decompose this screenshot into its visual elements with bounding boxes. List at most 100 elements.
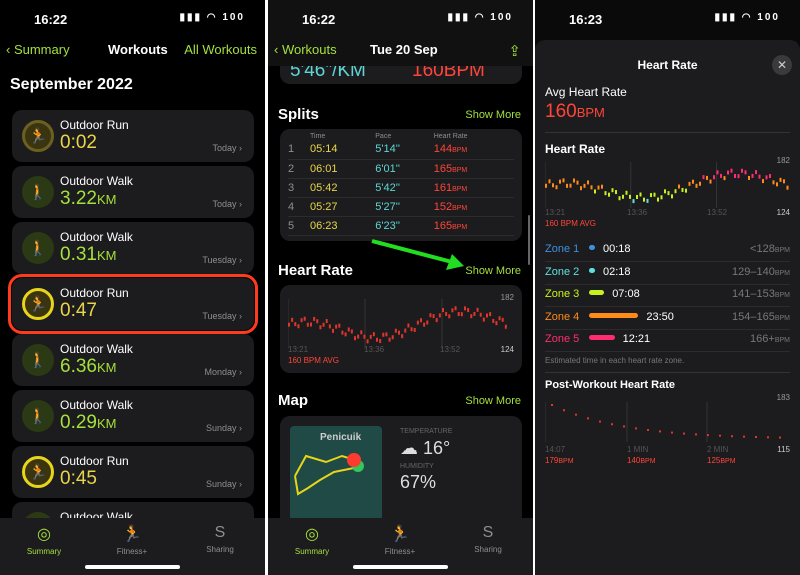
hr-sample (573, 178, 575, 183)
hr-sample (769, 174, 771, 179)
hr-sample (442, 308, 444, 313)
hr-sample (357, 334, 360, 339)
hr-sample (385, 332, 388, 337)
hr-sample (394, 328, 397, 333)
split-row: 4 05:27 5'27'' 152BPM (288, 197, 514, 217)
share-icon[interactable]: ⇪ (508, 42, 521, 60)
hr-sample (376, 337, 378, 342)
post-hr-point (719, 434, 721, 437)
hr-sample (681, 187, 684, 192)
all-workouts-button[interactable]: All Workouts (184, 42, 257, 57)
hr-sample (401, 334, 404, 339)
hr-sample (776, 182, 778, 187)
heart-rate-zone-row: Zone 4 23:50 154–165BPM (545, 308, 790, 330)
hr-sample (423, 322, 426, 327)
workout-list-item[interactable]: 🏃 Outdoor Run 0:02 Today › (12, 110, 254, 162)
heart-rate-show-more[interactable]: Show More (465, 265, 521, 277)
back-button[interactable]: ‹ Workouts (274, 42, 337, 57)
hr-sample (636, 194, 638, 199)
close-button[interactable]: ✕ (772, 55, 792, 75)
hr-sample (723, 176, 726, 181)
hr-sample (765, 175, 768, 180)
workout-list-item[interactable]: 🏃 Outdoor Run 0:45 Sunday › (12, 446, 254, 498)
hr-sample (657, 197, 659, 202)
hr-sample (363, 334, 366, 339)
signal-wifi-battery-icon: ▮▮▮ ◠ 100 (447, 12, 513, 23)
hr-sample (338, 323, 341, 328)
hr-sample (664, 189, 666, 194)
hr-sample (706, 175, 708, 180)
route-map[interactable]: Penicuik (290, 426, 382, 521)
heart-rate-detail-sheet: 16:23 ▮▮▮ ◠ 100 Heart Rate ✕ Avg Heart Ra… (535, 0, 800, 575)
hr-sample (303, 316, 306, 321)
hr-sample (454, 306, 457, 311)
splits-show-more[interactable]: Show More (465, 109, 521, 121)
splits-heading: Splits (278, 106, 319, 123)
workout-list-item[interactable]: 🚶 Outdoor Walk 0.29KM Sunday › (12, 390, 254, 442)
hr-sample (347, 327, 350, 332)
hr-sample (751, 173, 754, 178)
workout-list-item[interactable]: 🏃 Outdoor Run 0:47 Tuesday › (8, 274, 258, 334)
hr-sample (622, 194, 624, 199)
workout-list-item[interactable]: 🚶 Outdoor Walk 6.36KM Monday › (12, 334, 254, 386)
hr-sample (559, 179, 561, 184)
map-card[interactable]: Penicuik TEMPERATURE ☁ 16° HUMIDITY 67% (280, 416, 522, 526)
heart-rate-heading: Heart Rate (278, 262, 354, 279)
tab-fitness-plus[interactable]: 🏃 Fitness+ (102, 524, 162, 556)
tab-sharing[interactable]: S Sharing (458, 524, 518, 554)
heart-rate-chart (288, 299, 507, 349)
hr-sample (625, 190, 628, 195)
hr-sample (674, 189, 677, 194)
splits-card: Time Pace Heart Rate 1 05:14 5'14'' 144BPM 2 06… (280, 129, 522, 241)
back-button[interactable]: ‹ Summary (6, 42, 70, 57)
hr-sample (695, 183, 698, 188)
hr-sample (350, 329, 353, 334)
post-hr-point (551, 404, 553, 406)
walking-icon: 🚶 (22, 232, 54, 264)
scrollbar[interactable] (528, 215, 530, 265)
hr-sample (297, 324, 300, 329)
post-hr-point (695, 433, 697, 436)
walking-icon: 🚶 (22, 176, 54, 208)
nav-title: Workouts (108, 42, 168, 57)
hr-sample (576, 180, 579, 185)
split-row: 2 06:01 6'01'' 165BPM (288, 159, 514, 179)
split-row: 5 06:23 6'23'' 165BPM (288, 216, 514, 236)
hr-sample (737, 174, 740, 179)
zone-heart-rate-chart (545, 162, 789, 208)
map-show-more[interactable]: Show More (465, 395, 521, 407)
hr-sample (489, 312, 492, 317)
tab-sharing[interactable]: S Sharing (190, 524, 250, 554)
workout-list-item[interactable]: 🚶 Outdoor Walk 3.22KM Today › (12, 166, 254, 218)
hr-sample (332, 328, 334, 333)
hr-sample (435, 318, 438, 323)
zone-bar (589, 245, 595, 250)
workout-list-item[interactable]: 🚶 Outdoor Walk 0.31KM Tuesday › (12, 222, 254, 274)
hr-sample (482, 317, 485, 322)
hr-sample (555, 185, 558, 190)
sheet-title: Heart Rate (637, 58, 698, 72)
hr-sample (702, 175, 705, 180)
hr-sample (354, 336, 356, 341)
post-hr-point (659, 430, 661, 433)
tab-summary[interactable]: ◎ Summary (14, 524, 74, 556)
heart-rate-card[interactable]: 182 13:21 13:36 13:52 124 160 BPM AVG (280, 285, 522, 373)
runner-icon: 🏃 (122, 526, 142, 543)
zone-bar (589, 267, 595, 273)
tab-summary[interactable]: ◎ Summary (282, 524, 342, 556)
tab-fitness-plus[interactable]: 🏃 Fitness+ (370, 524, 430, 556)
hr-sample (779, 177, 782, 182)
hr-sample (288, 322, 290, 327)
post-hr-point (623, 425, 625, 428)
post-hr-point (587, 417, 589, 420)
hr-sample (660, 195, 663, 200)
running-icon: 🏃 (22, 120, 54, 152)
post-hr-point (563, 409, 565, 412)
hr-sample (407, 323, 410, 328)
heart-rate-zone-row: Zone 5 12:21 166+BPM (545, 330, 790, 352)
hr-sample (646, 198, 649, 203)
hr-sample (611, 188, 614, 193)
hr-sample (569, 183, 572, 188)
hr-sample (310, 322, 312, 327)
hr-sample (594, 189, 596, 194)
